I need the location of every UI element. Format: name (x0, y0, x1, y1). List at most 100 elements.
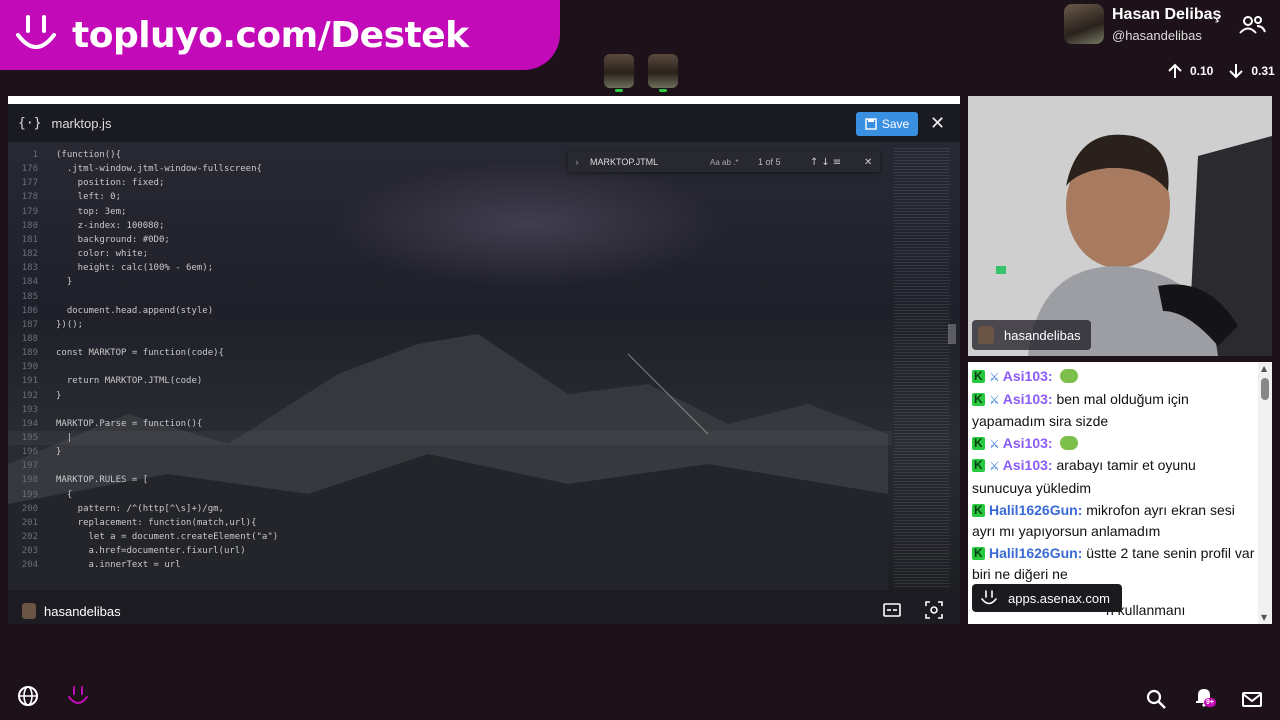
site-banner[interactable]: topluyo.com/Destek (0, 0, 560, 70)
code-line[interactable]: 200 pattern: /^(http[^\s]+)/gm, (8, 502, 224, 516)
save-button[interactable]: Save (856, 112, 918, 136)
code-line[interactable]: 198 MARKTOP.RULES = [ (8, 473, 148, 487)
code-line[interactable]: 178 left: 0; (8, 190, 121, 204)
code-text: position: fixed; (56, 178, 165, 189)
code-line[interactable]: 199 { (8, 488, 73, 502)
fullscreen-icon[interactable] (924, 600, 944, 620)
code-line[interactable]: 201 replacement: function(match,url){ (8, 516, 257, 530)
line-number: 197 (21, 461, 38, 472)
code-line[interactable]: 202 let a = document.createElement("a") (8, 530, 278, 544)
chat-username[interactable]: Asi103 (1003, 391, 1048, 407)
code-line[interactable]: 193 (8, 403, 56, 417)
chat-username[interactable]: Asi103 (1003, 368, 1048, 384)
save-label: Save (881, 117, 910, 131)
globe-icon[interactable] (16, 684, 40, 708)
code-line[interactable]: 185 (8, 290, 56, 304)
scroll-up-icon[interactable]: ▲ (1261, 364, 1267, 373)
find-options[interactable]: Aa ab .* (710, 158, 758, 167)
code-line[interactable]: 189 const MARKTOP = function(code){ (8, 346, 224, 360)
webcam-video[interactable]: hasandelibas (968, 96, 1272, 356)
search-icon[interactable] (1144, 687, 1168, 711)
code-line[interactable]: 1 (function(){ (8, 148, 121, 162)
code-text: document.head.append(style) (56, 305, 214, 316)
code-line[interactable]: 184 } (8, 275, 73, 289)
code-line[interactable]: 182 color: white; (8, 247, 148, 261)
code-text: MARKTOP.RULES = [ (56, 475, 149, 486)
code-text: left: 0; (56, 192, 122, 203)
find-widget[interactable]: › MARKTOP.JTML Aa ab .* 1 of 5 ↑↓≡ ✕ (568, 152, 880, 172)
code-text: a.innerText = url (56, 560, 181, 571)
code-line[interactable]: 180 z-index: 100080; (8, 219, 165, 233)
code-line[interactable]: 179 top: 3em; (8, 205, 127, 219)
user-profile[interactable]: Hasan Delibaş @hasandelibas (1064, 4, 1221, 44)
code-line[interactable]: 203 a.href=documenter.fixurl(url) (8, 544, 246, 558)
moderator-badge-icon (972, 389, 985, 410)
line-number: 187 (21, 319, 38, 330)
chat-username[interactable]: Asi103 (1003, 435, 1048, 451)
scrollbar[interactable]: ▲ ▼ (1258, 362, 1272, 624)
code-line[interactable]: 186 document.head.append(style) (8, 304, 213, 318)
chat-username[interactable]: Halil1626Gun (989, 545, 1078, 561)
people-icon[interactable] (1238, 14, 1266, 36)
chevron-right-icon[interactable]: › (568, 157, 586, 167)
avatar[interactable] (648, 54, 678, 92)
code-line[interactable]: 181 background: #0D0; (8, 233, 170, 247)
scroll-down-icon[interactable]: ▼ (1261, 613, 1267, 622)
sword-badge-icon: ⚔ (989, 436, 1000, 451)
code-line[interactable]: 196} (8, 445, 62, 459)
notification-button[interactable]: 9+ (1192, 684, 1216, 713)
sword-badge-icon: ⚔ (989, 459, 1000, 474)
line-number: 179 (21, 206, 38, 217)
moderator-badge-icon (972, 455, 985, 477)
bottom-left-toolbar (16, 684, 90, 708)
code-line[interactable]: 177 position: fixed; (8, 176, 165, 190)
code-line[interactable]: 183 height: calc(100% - 6em); (8, 261, 213, 275)
code-line[interactable]: 194 MARKTOP.Parse = function(){ (8, 417, 203, 431)
code-line[interactable]: 192} (8, 389, 62, 403)
code-line[interactable]: 176 .jtml-window.jtml-window-fullscreen{ (8, 162, 262, 176)
scrollbar-thumb[interactable] (1261, 378, 1269, 400)
code-text: .jtml-window.jtml-window-fullscreen{ (56, 164, 262, 175)
avatar[interactable] (604, 54, 634, 92)
chat-username[interactable]: Halil1626Gun (989, 502, 1078, 518)
smile-logo-icon (16, 15, 56, 49)
connection-stats: 0.10 0.31 (1166, 62, 1275, 80)
scrollbar-thumb[interactable] (948, 324, 956, 344)
app-link[interactable]: apps.asenax.com (1008, 591, 1110, 606)
code-line[interactable]: 195 | (8, 431, 892, 445)
smile-logo-icon[interactable] (66, 684, 90, 708)
line-number: 185 (21, 291, 38, 302)
chat-separator: : (1077, 544, 1087, 561)
find-nav-icons[interactable]: ↑↓≡ (810, 157, 864, 168)
mail-icon[interactable] (1240, 687, 1264, 711)
line-number: 194 (21, 418, 38, 429)
code-line[interactable]: 190 (8, 360, 56, 374)
find-input[interactable]: MARKTOP.JTML (586, 157, 710, 167)
code-line[interactable]: 187})(); (8, 318, 83, 332)
editor-titlebar: {·} marktop.js (8, 104, 960, 142)
close-icon[interactable]: ✕ (930, 113, 945, 134)
line-number: 190 (21, 362, 38, 373)
code-line[interactable]: 191 return MARKTOP.JTML(code) (8, 374, 203, 388)
code-editor-window: {·} marktop.js Save ✕ 1 (function(){176 .… (8, 96, 960, 624)
code-text: } (56, 447, 62, 458)
line-number: 180 (21, 220, 38, 231)
arrow-down-icon (1229, 64, 1244, 79)
close-icon[interactable]: ✕ (864, 157, 872, 168)
line-number: 191 (21, 376, 38, 387)
code-area[interactable]: 1 (function(){176 .jtml-window.jtml-windo… (8, 148, 892, 588)
chat-panel[interactable]: ⚔Asi103: ⚔Asi103: ben mal olduğum için y… (968, 362, 1272, 624)
code-line[interactable]: 204 a.innerText = url (8, 558, 181, 572)
code-text: let a = document.createElement("a") (56, 532, 279, 543)
code-text: MARKTOP.Parse = function(){ (56, 418, 203, 429)
code-text: | (56, 433, 73, 443)
chat-message: Halil1626Gun: mikrofon ayrı ekran sesi a… (972, 500, 1256, 543)
chat-username[interactable]: Asi103 (1003, 457, 1048, 473)
code-line[interactable]: 197 (8, 459, 56, 473)
line-number: 186 (21, 305, 38, 316)
minimap[interactable] (894, 148, 950, 588)
notification-badge: 9+ (1204, 698, 1216, 707)
app-link-overlay[interactable]: apps.asenax.com (972, 584, 1122, 612)
code-line[interactable]: 188 (8, 332, 56, 346)
subtitle-icon[interactable] (882, 600, 902, 620)
